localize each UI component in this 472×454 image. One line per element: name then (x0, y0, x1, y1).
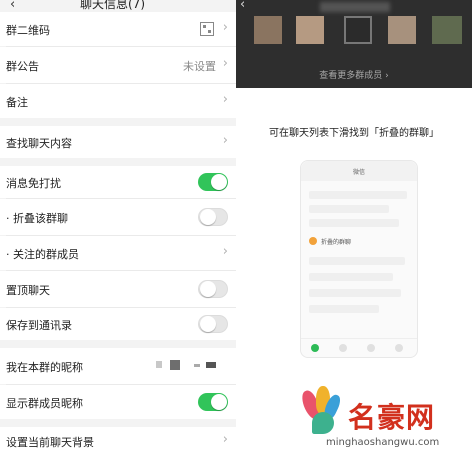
blurred-nickname (194, 364, 200, 367)
avatar[interactable] (432, 16, 462, 44)
pin-chat-toggle[interactable] (198, 280, 228, 298)
my-group-nickname-label: 我在本群的昵称 (6, 361, 83, 374)
show-member-names-row: 显示群成员昵称 (0, 385, 236, 419)
tutorial-tip: 可在聊天列表下滑找到「折叠的群聊」 (269, 128, 439, 139)
back-icon[interactable]: ‹ (10, 0, 15, 12)
page-title: 聊天信息(7) (80, 0, 145, 11)
placeholder-line (309, 257, 405, 265)
group-notice-value: 未设置 (183, 60, 216, 73)
pin-chat-row: 置顶聊天 (0, 271, 236, 307)
my-group-nickname-row[interactable]: 我在本群的昵称 (0, 348, 236, 384)
remark-label: 备注 (6, 96, 28, 109)
save-to-contacts-toggle[interactable] (198, 315, 228, 333)
show-member-names-label: 显示群成员昵称 (6, 397, 83, 410)
avatar[interactable] (296, 16, 324, 44)
members-header: ‹ 查看更多群成员 › (236, 0, 472, 88)
avatar[interactable] (344, 16, 372, 44)
chevron-right-icon: › (222, 133, 228, 148)
placeholder-line (309, 305, 379, 313)
nav-bar: ‹ 聊天信息(7) (0, 0, 236, 12)
folded-group-label: 折叠的群聊 (321, 239, 352, 246)
logo-icon (299, 382, 343, 434)
followed-members-label: · 关注的群成员 (6, 248, 79, 261)
group-qr-code-row[interactable]: 群二维码 › (0, 12, 236, 46)
placeholder-line (309, 219, 399, 227)
fold-group-toggle[interactable] (198, 208, 228, 226)
avatar[interactable] (388, 16, 416, 44)
chevron-right-icon: › (222, 92, 228, 107)
discover-tab-icon (367, 344, 375, 352)
chevron-right-icon: › (222, 432, 228, 447)
placeholder-line (309, 205, 389, 213)
pin-chat-label: 置顶聊天 (6, 284, 50, 297)
chat-background-label: 设置当前聊天背景 (6, 436, 94, 449)
save-to-contacts-row: 保存到通讯录 (0, 308, 236, 340)
screenshot: ‹ 聊天信息(7) 群二维码 › 群公告 未设置 › 备注 › 查找聊天内容 ›… (0, 0, 472, 454)
placeholder-line (309, 191, 407, 199)
watermark-url: minghaoshangwu.com (326, 437, 440, 448)
blurred-title (320, 2, 390, 12)
phone-title: 微信 (352, 169, 365, 176)
contacts-tab-icon (339, 344, 347, 352)
me-tab-icon (395, 344, 403, 352)
placeholder-line (309, 289, 401, 297)
find-chat-content-row[interactable]: 查找聊天内容 › (0, 126, 236, 158)
fold-group-row: · 折叠该群聊 (0, 199, 236, 235)
chat-info-panel: ‹ 聊天信息(7) 群二维码 › 群公告 未设置 › 备注 › 查找聊天内容 ›… (0, 0, 236, 454)
followed-members-row[interactable]: · 关注的群成员 › (0, 236, 236, 270)
chevron-right-icon: › (222, 20, 228, 35)
phone-tab-bar (301, 338, 417, 357)
group-notice-row[interactable]: 群公告 未设置 › (0, 47, 236, 83)
qr-code-icon (200, 22, 214, 36)
mute-notifications-row: 消息免打扰 (0, 166, 236, 198)
mute-notifications-toggle[interactable] (198, 173, 228, 191)
phone-illustration: 微信 折叠的群聊 (300, 160, 418, 358)
watermark-logo: 名豪网 minghaoshangwu.com (296, 380, 472, 454)
watermark-name: 名豪网 (348, 401, 436, 434)
placeholder-line (309, 273, 393, 281)
blurred-nickname (156, 361, 162, 368)
chat-background-row[interactable]: 设置当前聊天背景 › (0, 427, 236, 454)
view-more-members-link[interactable]: 查看更多群成员 › (236, 68, 472, 81)
chevron-right-icon: › (222, 56, 228, 71)
fold-group-label: · 折叠该群聊 (6, 212, 68, 225)
avatar[interactable] (254, 16, 282, 44)
show-member-names-toggle[interactable] (198, 393, 228, 411)
group-qr-code-label: 群二维码 (6, 24, 50, 37)
blurred-nickname (170, 360, 180, 370)
chats-tab-icon (311, 344, 319, 352)
group-notice-label: 群公告 (6, 60, 39, 73)
mute-notifications-label: 消息免打扰 (6, 177, 61, 190)
find-chat-content-label: 查找聊天内容 (6, 137, 72, 150)
folded-group-icon (309, 237, 317, 245)
blurred-nickname (206, 362, 216, 368)
remark-row[interactable]: 备注 › (0, 84, 236, 118)
save-to-contacts-label: 保存到通讯录 (6, 319, 72, 332)
chevron-right-icon: › (222, 244, 228, 259)
back-icon[interactable]: ‹ (240, 0, 245, 12)
